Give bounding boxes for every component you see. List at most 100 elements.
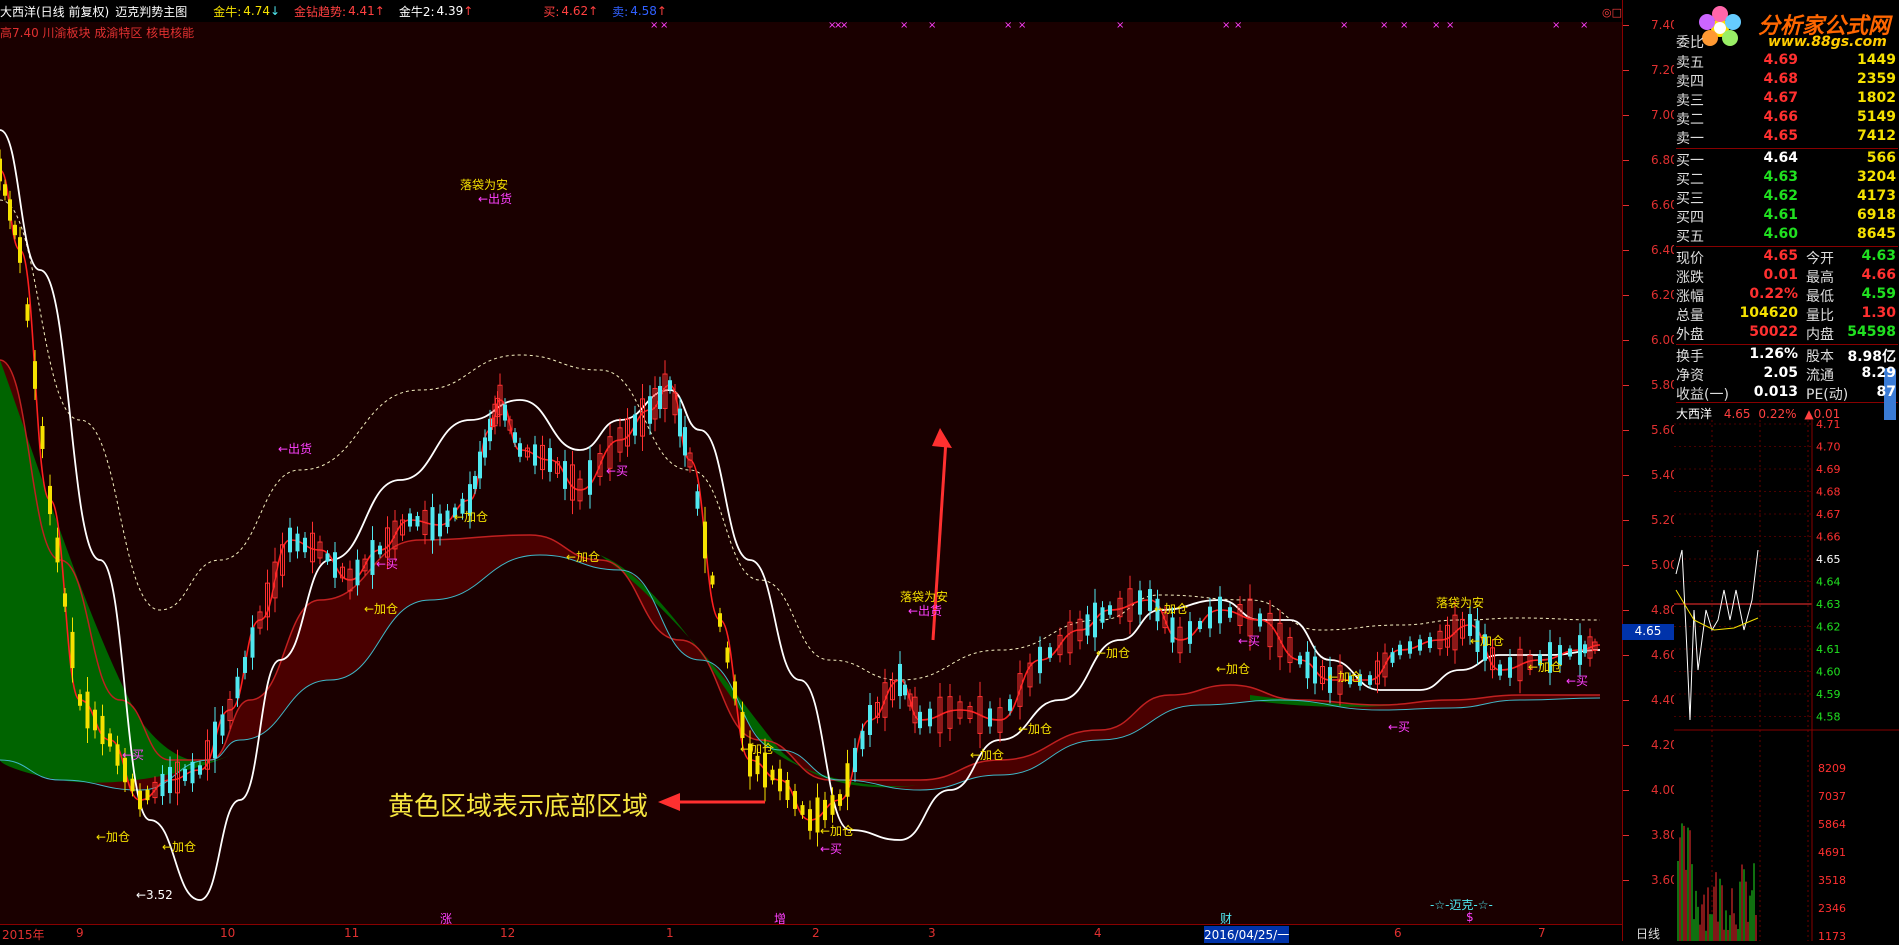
candle-body — [808, 809, 812, 831]
indicator-name[interactable]: 迈克判势主图 — [115, 3, 187, 20]
date-tick: 7 — [1538, 926, 1546, 940]
price-tick-mark — [1623, 835, 1629, 836]
divider — [1676, 344, 1898, 345]
quote-label: 涨幅 — [1676, 289, 1704, 305]
candle-body — [763, 752, 767, 788]
mini-chg: ▲0.01 — [1804, 407, 1841, 421]
period-label[interactable]: 日线 — [1636, 925, 1660, 942]
gold-trend-value: 4.41 — [348, 4, 375, 18]
annotation-sell: ←出货 — [908, 604, 943, 618]
mini-price-tick: 4.59 — [1816, 688, 1841, 701]
chart-subtitle: 高7.40 川渝板块 成渝特区 核电核能 — [0, 26, 195, 40]
annotation-buy: ←买 — [606, 464, 629, 478]
mini-price-tick: 4.62 — [1816, 621, 1841, 634]
row-price: 4.67 — [1763, 90, 1798, 106]
bid-row: 买二 4.63 3204 — [1676, 169, 1898, 188]
candle-body — [785, 779, 790, 801]
date-tick: 12 — [500, 926, 516, 940]
kline-chart-area[interactable]: × × × × × × × × × × × × × × × × × × × 大西洋(日线 前复权) 迈克判势主图 金… — [0, 0, 1622, 941]
date-tick: 2016/04/25/一 — [1204, 926, 1290, 943]
row-volume: 566 — [1866, 150, 1896, 166]
quote-value: 1.30 — [1861, 305, 1896, 321]
fundamental-row: 净资 2.05 流通 8.29 — [1676, 365, 1898, 384]
candle-body — [1498, 664, 1502, 676]
row-price: 4.61 — [1763, 207, 1798, 223]
quote-label: 收益(一) — [1676, 387, 1729, 403]
mini-price: 4.65 — [1723, 407, 1751, 421]
candle-body — [93, 709, 97, 731]
candle-body — [1093, 602, 1097, 638]
candle-body — [78, 694, 82, 706]
candle-body — [1428, 636, 1432, 649]
quote-value: 1.26% — [1749, 346, 1798, 362]
date-tick: 6 — [1394, 926, 1402, 940]
price-tick-mark — [1623, 565, 1629, 566]
candle-body — [1418, 639, 1422, 651]
quote-value: 4.66 — [1861, 267, 1896, 283]
candle-body — [1218, 596, 1222, 624]
candle-body — [1583, 644, 1587, 654]
candle-body — [1508, 657, 1512, 678]
row-volume: 1802 — [1857, 90, 1896, 106]
candle-body — [1258, 613, 1262, 627]
candle-body — [145, 789, 150, 801]
candle-body — [473, 476, 477, 489]
candle-body — [668, 380, 672, 390]
row-label: 卖一 — [1676, 131, 1704, 147]
candle-body — [868, 705, 872, 735]
mini-vol-tick: 2346 — [1818, 902, 1846, 915]
window-control-icon[interactable]: ◎□ — [1602, 6, 1622, 19]
price-tick-mark — [1623, 70, 1629, 71]
gold-bull-label: 金牛: — [213, 4, 242, 19]
candle-body — [415, 516, 420, 527]
candle-body — [838, 794, 842, 806]
event-mark[interactable]: $ — [1466, 910, 1474, 924]
bid-row: 买四 4.61 6918 — [1676, 207, 1898, 226]
candle-body — [130, 778, 135, 792]
mini-price-tick: 4.71 — [1816, 420, 1841, 431]
candle-body — [928, 708, 932, 727]
mini-vol-tick: 1173 — [1818, 930, 1846, 941]
divider — [1676, 246, 1898, 247]
annotation-add: ←加仓 — [566, 550, 601, 564]
candle-body — [903, 684, 907, 696]
stock-title[interactable]: 大西洋(日线 前复权) — [0, 3, 109, 20]
bottom-area-note: 黄色区域表示底部区域 — [388, 792, 649, 822]
row-volume: 4173 — [1857, 188, 1896, 204]
row-price: 4.68 — [1763, 71, 1798, 87]
candle-body — [243, 657, 247, 673]
candle-body — [1188, 621, 1192, 644]
candle-body — [503, 404, 507, 421]
candle-body — [160, 773, 165, 797]
quote-label: 最高 — [1806, 270, 1834, 286]
candle-body — [1390, 652, 1395, 663]
candle-body — [860, 730, 865, 750]
mini-vol-tick: 7037 — [1818, 790, 1846, 803]
candle-body — [183, 768, 187, 782]
candle-body — [1198, 620, 1202, 630]
quote-label: 今开 — [1806, 251, 1834, 267]
row-label: 买一 — [1676, 153, 1704, 169]
candle-body — [1398, 644, 1402, 656]
quote-label: 最低 — [1806, 289, 1834, 305]
candle-body — [1008, 699, 1012, 711]
candle-body — [815, 797, 820, 833]
gold-bull-value: 4.74 — [243, 4, 270, 18]
quote-label: 量比 — [1806, 308, 1834, 324]
candle-body — [430, 507, 435, 541]
row-price: 4.62 — [1763, 188, 1798, 204]
orderbook-title: 委比 — [1676, 35, 1704, 51]
row-volume: 2359 — [1857, 71, 1896, 87]
candle-body — [918, 711, 922, 729]
buy-label: 买: — [543, 4, 560, 19]
annotation-add: ←加仓 — [820, 824, 855, 838]
quote-label: PE(动) — [1806, 387, 1849, 403]
date-tick: 11 — [344, 926, 360, 940]
candle-body — [1085, 614, 1090, 636]
intraday-mini-chart[interactable]: 4.71 4.70 4.69 4.68 4.67 4.66 4.65 4.64 4.63 4.62… — [1674, 418, 1899, 943]
ask-row: 卖一 4.65 7412 — [1676, 128, 1898, 147]
candle-body — [445, 510, 450, 527]
date-tick: 2015年 — [2, 928, 45, 942]
candle-body — [438, 513, 442, 537]
quote-value: 4.59 — [1861, 286, 1896, 302]
